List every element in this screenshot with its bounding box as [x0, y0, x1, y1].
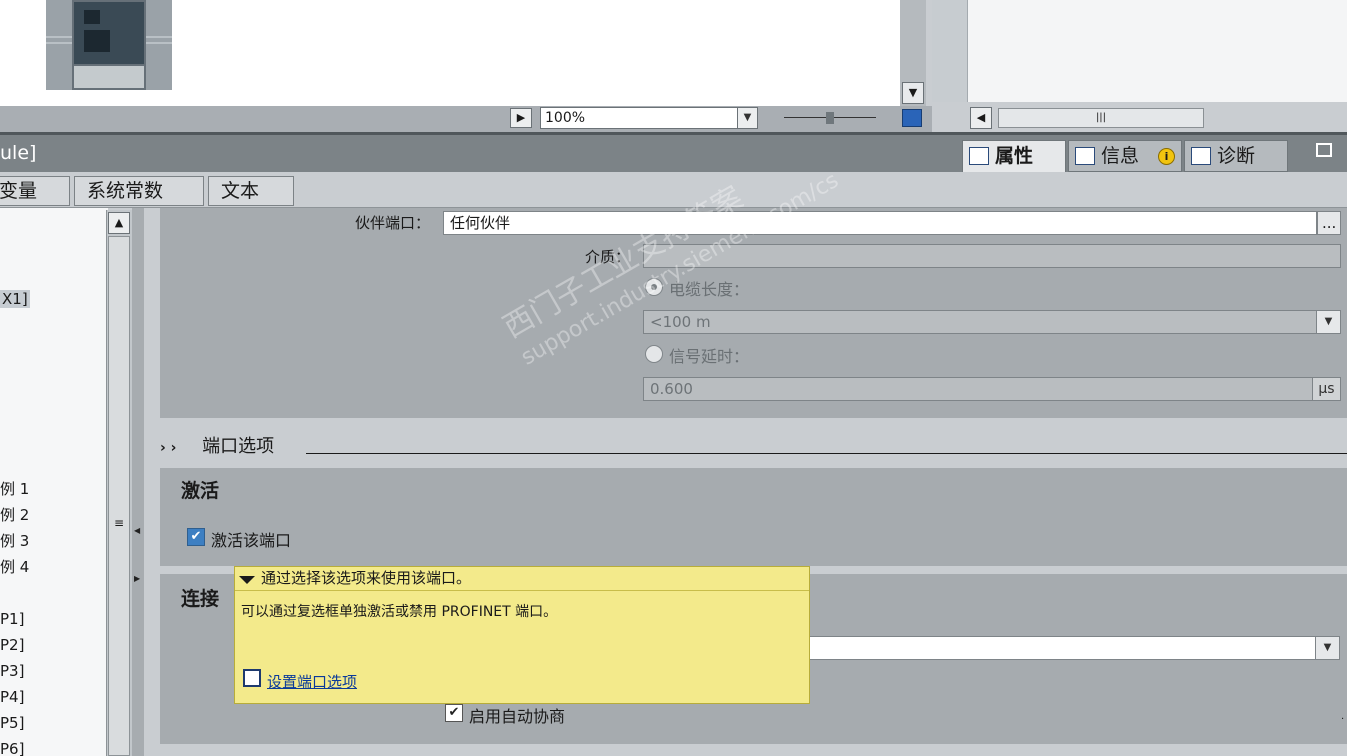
zoom-slider-thumb[interactable] [826, 112, 834, 124]
scroll-down-button[interactable]: ▼ [902, 82, 924, 104]
tooltip-header[interactable]: 通过选择该选项来使用该端口。 [235, 567, 809, 591]
tree-item[interactable]: P4] [0, 688, 24, 706]
signal-delay-field: 0.600 μs [643, 377, 1341, 401]
section-divider [306, 453, 1347, 454]
info-icon [1075, 147, 1095, 165]
browse-button[interactable]: ... [1317, 211, 1341, 235]
autonegotiation-checkbox[interactable]: ✔ [445, 704, 463, 722]
info-badge-icon: i [1158, 148, 1175, 165]
partner-port-value: 任何伙伴 [450, 214, 511, 232]
port-options-section-title: 端口选项 [202, 436, 275, 457]
collapse-triangle-icon[interactable] [239, 576, 255, 584]
cable-length-select: <100 m ▼ [643, 310, 1341, 334]
tooltip-title: 通过选择该选项来使用该端口。 [261, 569, 472, 587]
partner-port-label: 伙伴端口： [354, 214, 430, 232]
grid-scroll-left-button[interactable]: ◀ [970, 107, 992, 129]
device-view-canvas[interactable] [0, 0, 900, 106]
device-overview-grid[interactable] [932, 0, 1347, 102]
scroll-right-button[interactable]: ▶ [510, 108, 532, 128]
expand-right-icon[interactable]: ▶ [134, 574, 140, 583]
inspector-title: ule] [0, 142, 37, 164]
tree-item[interactable]: 例 1 [0, 478, 29, 499]
tree-item[interactable]: P2] [0, 636, 24, 654]
tree-item[interactable]: 例 3 [0, 530, 29, 551]
tab-info[interactable]: 信息 i [1068, 140, 1182, 172]
port-options-section-header[interactable]: › › 端口选项 [160, 432, 274, 458]
chevron-down-icon[interactable]: ▼ [1315, 637, 1339, 659]
medium-field [643, 244, 1341, 268]
grid-horizontal-scroll-thumb[interactable]: ||| [998, 108, 1204, 128]
cable-length-radio[interactable] [645, 278, 663, 296]
cascading-tooltip: 通过选择该选项来使用该端口。 可以通过复选框单独激活或禁用 PROFINET 端… [234, 566, 810, 704]
navigation-tree[interactable]: X1] 例 1 例 2 例 3 例 4 P1] P2] P3] P4] P5] … [0, 208, 108, 756]
tree-scroll-up-button[interactable]: ▲ [108, 212, 130, 234]
properties-icon [969, 147, 989, 165]
cable-length-label: 电缆长度： [669, 280, 750, 299]
chevron-down-icon: ▼ [1316, 311, 1340, 333]
autonegotiation-label: 启用自动协商 [469, 707, 566, 726]
activation-panel [160, 468, 1347, 566]
module-foot [72, 66, 146, 90]
diagnostics-icon [1191, 147, 1211, 165]
connection-title: 连接 [181, 588, 220, 610]
help-link-icon [243, 669, 261, 687]
tooltip-body: 可以通过复选框单独激活或禁用 PROFINET 端口。 [241, 604, 558, 620]
signal-delay-radio[interactable] [645, 345, 663, 363]
tree-item[interactable]: P1] [0, 610, 24, 628]
tree-item[interactable]: P3] [0, 662, 24, 680]
medium-label: 介质： [584, 248, 630, 266]
tree-item[interactable]: 例 2 [0, 504, 29, 525]
zoom-select[interactable]: 100% ▼ [540, 107, 758, 129]
collapse-left-icon[interactable]: ◀ [134, 526, 140, 535]
module-body [72, 0, 146, 66]
signal-delay-value: 0.600 [650, 380, 693, 398]
activate-port-label: 激活该端口 [211, 531, 292, 550]
tab-info-label: 信息 [1101, 145, 1140, 167]
restore-window-icon[interactable] [1316, 143, 1332, 157]
partner-port-field[interactable]: 任何伙伴 [443, 211, 1317, 235]
signal-delay-unit: μs [1312, 378, 1340, 400]
zoom-slider[interactable] [784, 112, 876, 124]
device-module-image[interactable] [46, 0, 172, 90]
transmission-rate-select[interactable]: ▼ [806, 636, 1340, 660]
tree-scroll-thumb[interactable]: ≡ [108, 236, 130, 756]
cable-length-value: <100 m [650, 313, 711, 331]
tree-item[interactable]: P6] [0, 740, 24, 756]
activate-port-checkbox[interactable]: ✔ [187, 528, 205, 546]
tab-diagnostics-label: 诊断 [1217, 145, 1256, 167]
chevron-down-icon[interactable]: ▼ [737, 108, 757, 128]
double-chevron-right-icon: › › [160, 440, 177, 456]
tree-item[interactable]: 例 4 [0, 556, 29, 577]
tree-item[interactable]: P5] [0, 714, 24, 732]
tree-item-x1[interactable]: X1] [0, 290, 30, 308]
signal-delay-label: 信号延时： [669, 347, 750, 366]
tab-system-constants[interactable]: 系统常数 [74, 176, 204, 206]
panel-splitter[interactable]: ◀ ▶ [132, 208, 144, 756]
resize-grip-icon: · [1341, 714, 1345, 725]
fit-view-icon[interactable] [902, 109, 922, 127]
tooltip-help-link[interactable]: 设置端口选项 [267, 671, 357, 692]
tab-diagnostics[interactable]: 诊断 [1184, 140, 1288, 172]
tab-properties[interactable]: 属性 [962, 140, 1066, 172]
zoom-value: 100% [545, 110, 586, 126]
tab-properties-label: 属性 [995, 145, 1034, 167]
tab-texts[interactable]: 文本 [208, 176, 294, 206]
activation-title: 激活 [181, 480, 220, 502]
tab-variables[interactable]: 变量 [0, 176, 70, 206]
